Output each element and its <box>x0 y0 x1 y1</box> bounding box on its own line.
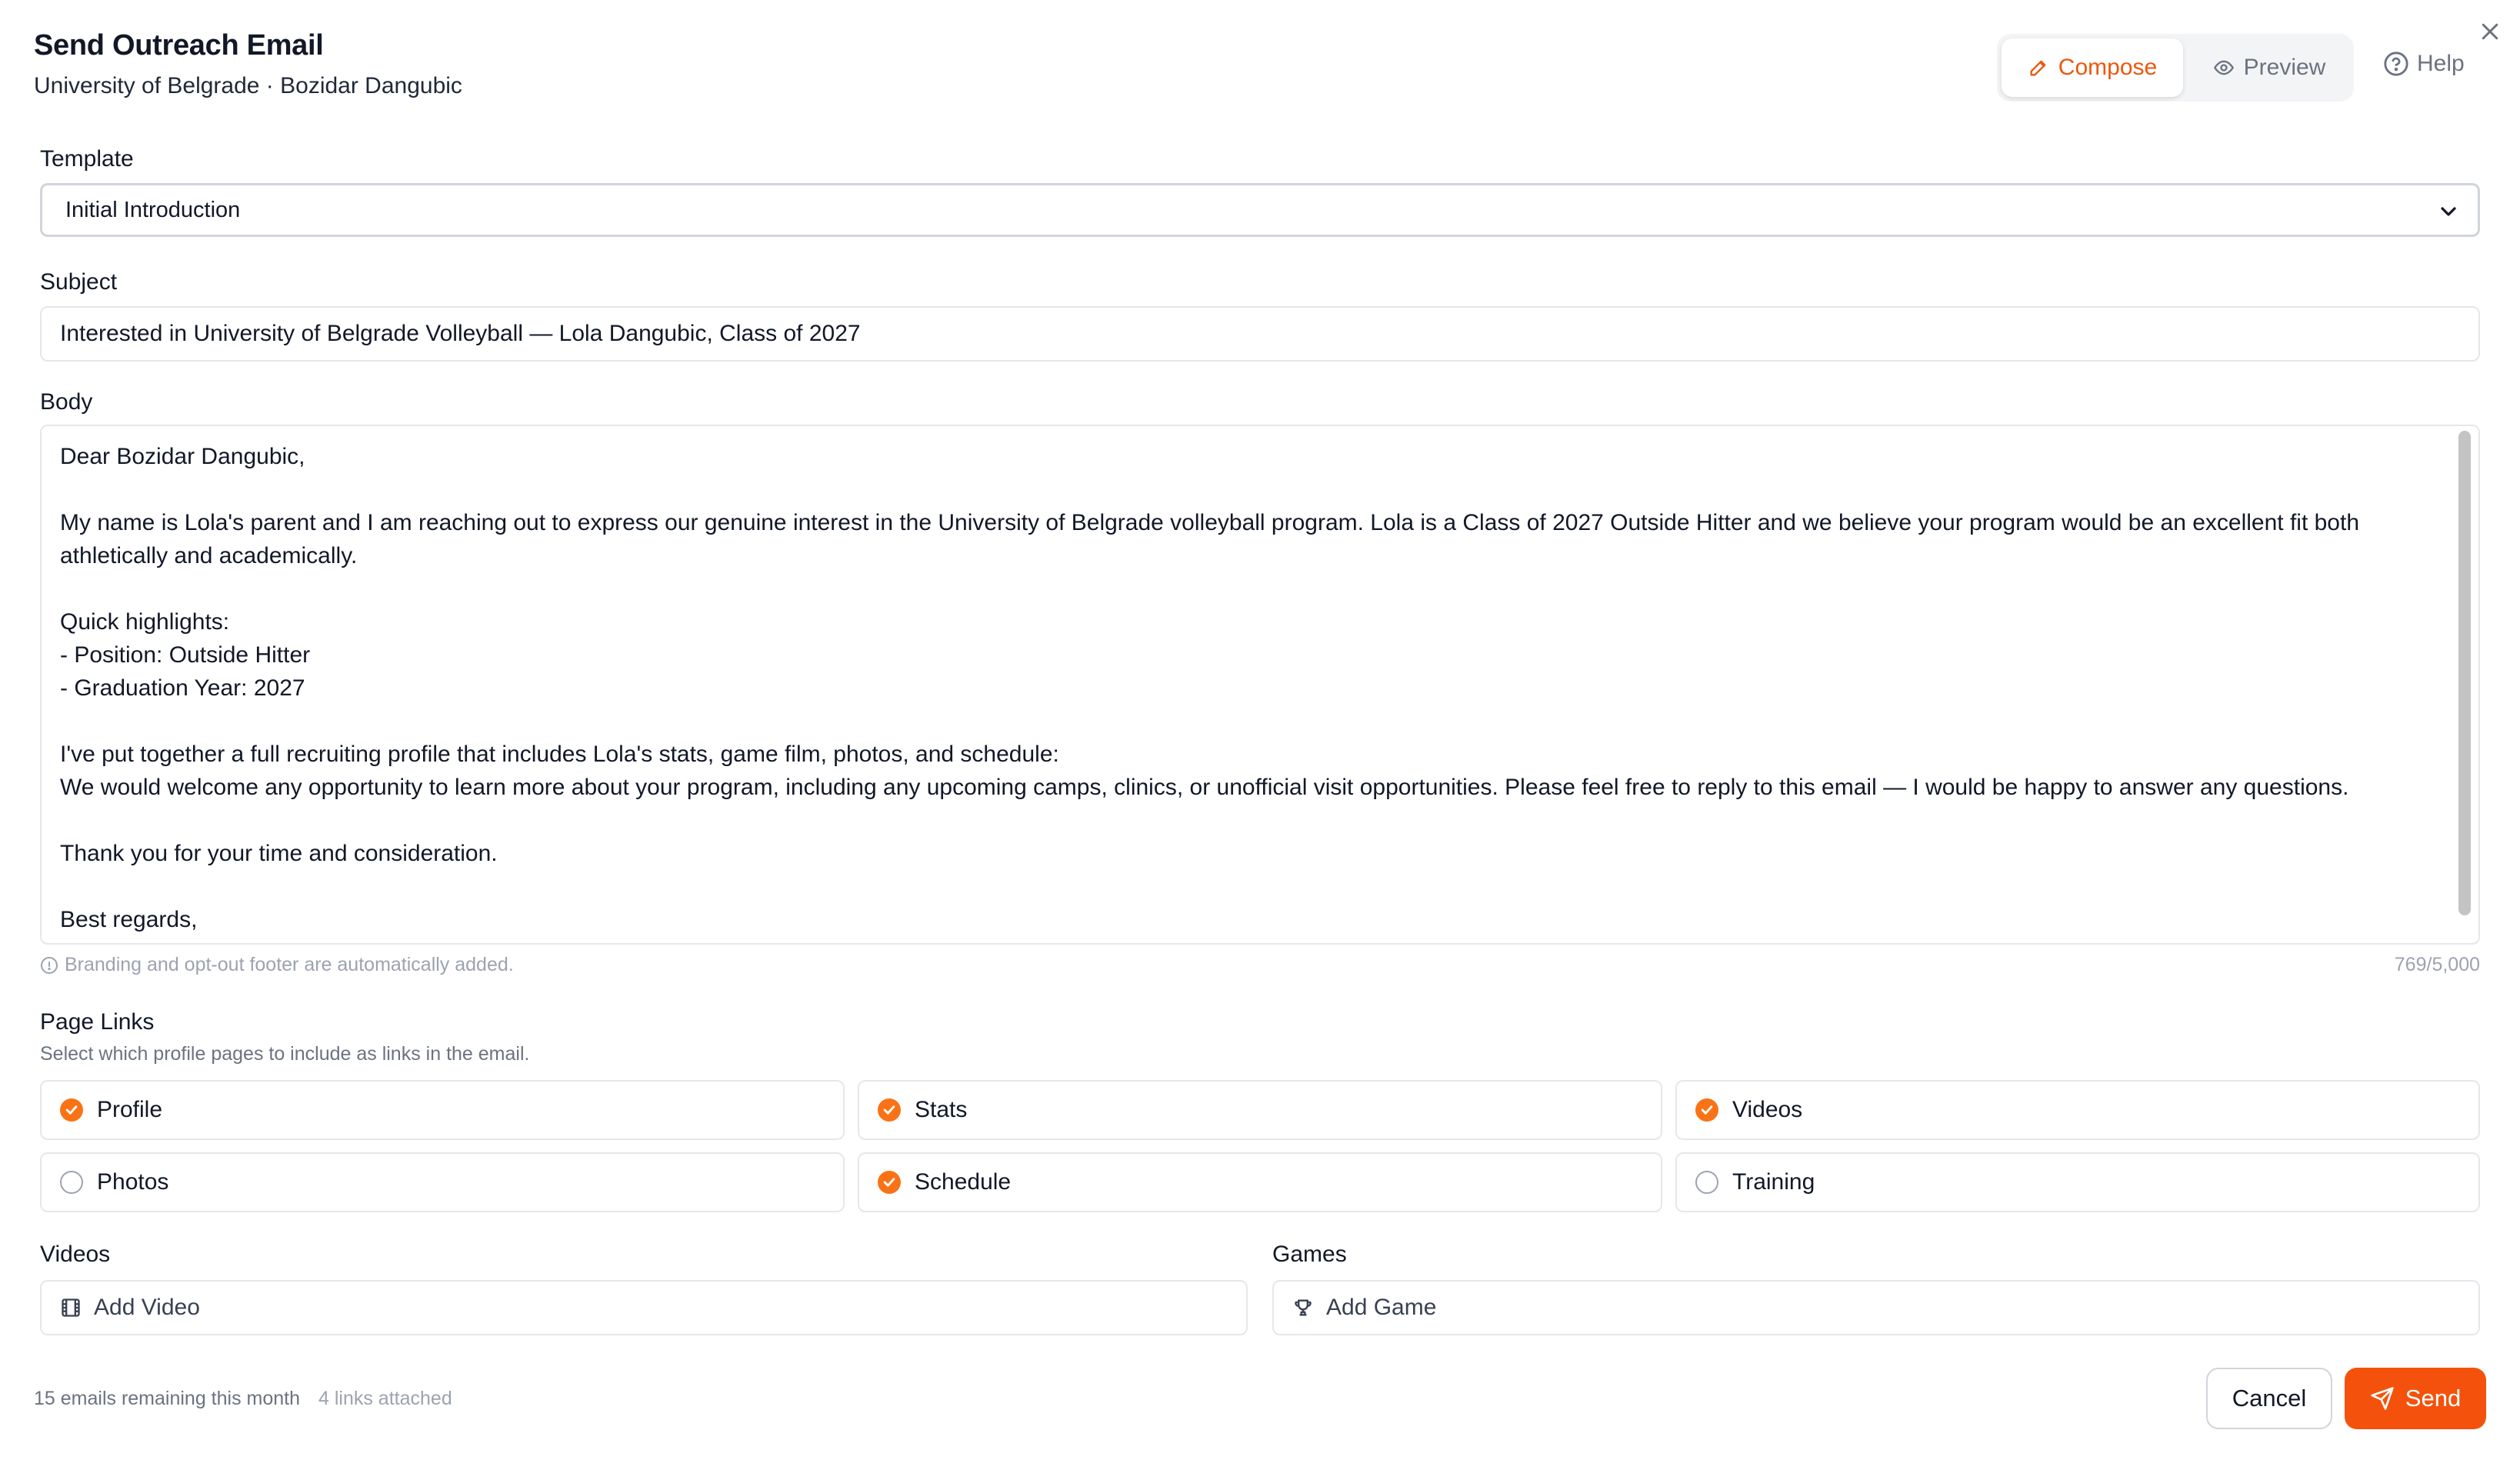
scrollbar-thumb[interactable] <box>2458 431 2471 915</box>
info-circle-icon <box>41 956 58 974</box>
checkbox-checked-icon[interactable] <box>1695 1098 1718 1122</box>
subject-input[interactable]: Interested in University of Belgrade Vol… <box>40 306 2480 362</box>
send-button[interactable]: Send <box>2345 1368 2486 1429</box>
page-link-label: Videos <box>1732 1097 1803 1122</box>
page-link-photos[interactable]: Photos <box>40 1152 845 1212</box>
checkbox-unchecked-icon[interactable] <box>1695 1171 1718 1194</box>
body-scrollbar[interactable] <box>2458 428 2475 942</box>
subject-label: Subject <box>40 269 118 295</box>
videos-label: Videos <box>40 1242 111 1267</box>
games-label: Games <box>1272 1242 1347 1267</box>
dialog-subtitle: University of Belgrade · Bozidar Dangubi… <box>34 73 462 98</box>
body-label: Body <box>40 389 93 415</box>
emails-remaining: 15 emails remaining this month <box>34 1388 300 1409</box>
body-footer-hint: Branding and opt-out footer are automati… <box>40 954 514 976</box>
dialog-title: Send Outreach Email <box>34 29 324 62</box>
template-label: Template <box>40 146 134 172</box>
film-icon <box>62 1298 80 1317</box>
page-link-label: Profile <box>97 1097 163 1122</box>
template-selected-value: Initial Introduction <box>65 197 241 222</box>
body-text: Dear Bozidar Dangubic, My name is Lola's… <box>60 444 2360 943</box>
page-link-label: Stats <box>915 1097 968 1122</box>
add-video-label: Add Video <box>94 1295 200 1320</box>
cancel-label: Cancel <box>2232 1385 2307 1412</box>
send-icon <box>2371 1387 2394 1410</box>
links-attached: 4 links attached <box>318 1388 452 1409</box>
page-link-training[interactable]: Training <box>1675 1152 2480 1212</box>
template-select[interactable]: Initial Introduction <box>40 183 2480 237</box>
character-count: 769/5,000 <box>2394 954 2480 975</box>
page-link-stats[interactable]: Stats <box>858 1080 1662 1140</box>
pencil-icon <box>2030 60 2046 76</box>
tab-preview-label: Preview <box>2243 55 2326 80</box>
help-button[interactable]: Help <box>2383 51 2465 77</box>
checkbox-checked-icon[interactable] <box>878 1098 901 1122</box>
checkbox-checked-icon[interactable] <box>878 1171 901 1194</box>
add-game-label: Add Game <box>1326 1295 1437 1320</box>
view-mode-toggle: Compose Preview <box>1997 34 2354 102</box>
help-label: Help <box>2417 51 2465 76</box>
body-hint-text: Branding and opt-out footer are automati… <box>65 954 514 975</box>
body-textarea[interactable]: Dear Bozidar Dangubic, My name is Lola's… <box>40 425 2480 945</box>
send-label: Send <box>2405 1385 2462 1412</box>
chevron-down-icon <box>2441 207 2456 216</box>
footer-status: 15 emails remaining this month 4 links a… <box>34 1388 452 1410</box>
tab-preview[interactable]: Preview <box>2189 38 2349 97</box>
eye-icon <box>2213 60 2234 75</box>
tab-compose-label: Compose <box>2058 55 2158 80</box>
add-video-field[interactable]: Add Video <box>40 1280 1248 1335</box>
tab-compose[interactable]: Compose <box>2002 38 2183 97</box>
checkbox-unchecked-icon[interactable] <box>60 1171 83 1194</box>
subject-value: Interested in University of Belgrade Vol… <box>60 321 861 346</box>
page-link-label: Training <box>1732 1169 1815 1195</box>
checkbox-checked-icon[interactable] <box>60 1098 83 1122</box>
close-icon[interactable] <box>2478 20 2502 43</box>
page-link-profile[interactable]: Profile <box>40 1080 845 1140</box>
page-link-schedule[interactable]: Schedule <box>858 1152 1662 1212</box>
add-game-field[interactable]: Add Game <box>1272 1280 2480 1335</box>
page-link-label: Schedule <box>915 1169 1012 1195</box>
page-link-label: Photos <box>97 1169 169 1195</box>
page-links-description: Select which profile pages to include as… <box>40 1043 530 1065</box>
cancel-button[interactable]: Cancel <box>2206 1368 2332 1429</box>
trophy-icon <box>1295 1299 1312 1316</box>
page-links-label: Page Links <box>40 1009 155 1035</box>
help-circle-icon <box>2384 52 2408 76</box>
page-link-videos[interactable]: Videos <box>1675 1080 2480 1140</box>
